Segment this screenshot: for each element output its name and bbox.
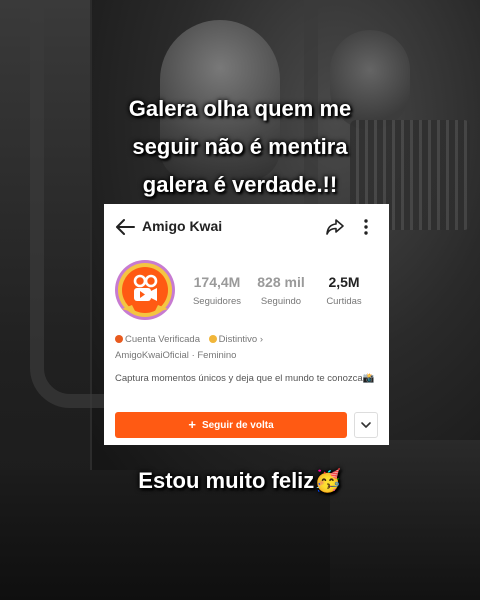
top-caption: Galera olha quem me seguir não é mentira…	[0, 90, 480, 204]
profile-name: Amigo Kwai	[142, 218, 223, 234]
distinct-badge-label[interactable]: Distintivo	[219, 334, 258, 345]
verified-badge-icon	[115, 335, 123, 343]
caption-line-1: Galera olha quem me	[128, 96, 352, 121]
arrow-left-icon[interactable]	[114, 217, 136, 237]
followers-count: 174,4M	[193, 274, 241, 290]
plus-icon: +	[188, 417, 196, 432]
follow-back-button[interactable]: + Seguir de volta	[115, 412, 347, 438]
verified-badge-label: Cuenta Verificada	[125, 334, 200, 345]
distinct-badge-icon	[208, 335, 217, 343]
following-label: Seguindo	[260, 296, 302, 307]
chevron-right-icon[interactable]: ›	[260, 334, 263, 345]
profile-card: Amigo Kwai 174,4M Seguidores 828 mil Seg…	[104, 204, 389, 445]
more-vertical-icon[interactable]	[361, 217, 371, 237]
profile-gender: Feminino	[197, 350, 237, 361]
badges-row: Cuenta Verificada Distintivo ›	[115, 334, 263, 345]
caption-line-3: galera é verdade.!!	[142, 172, 338, 197]
bottom-caption: Estou muito feliz🥳	[138, 468, 342, 493]
profile-header: Amigo Kwai	[104, 204, 389, 250]
profile-meta: AmigoKwaiOficial · Feminino	[115, 350, 236, 361]
likes-count: 2,5M	[328, 274, 360, 290]
profile-bio: Captura momentos únicos y deja que el mu…	[115, 373, 375, 384]
stat-followers[interactable]: 174,4M Seguidores	[188, 274, 246, 307]
chevron-down-icon	[361, 422, 371, 428]
profile-avatar[interactable]	[114, 259, 176, 321]
share-icon[interactable]	[325, 217, 345, 237]
likes-label: Curtidas	[326, 296, 362, 307]
follow-back-label: Seguir de volta	[201, 420, 274, 431]
stat-likes[interactable]: 2,5M Curtidas	[318, 274, 370, 307]
following-count: 828 mil	[257, 274, 305, 290]
profile-handle: AmigoKwaiOficial	[115, 350, 189, 361]
followers-label: Seguidores	[192, 296, 242, 307]
caption-line-2: seguir não é mentira	[132, 134, 348, 159]
stat-following[interactable]: 828 mil Seguindo	[253, 274, 309, 307]
suggestions-dropdown-button[interactable]	[354, 412, 378, 438]
